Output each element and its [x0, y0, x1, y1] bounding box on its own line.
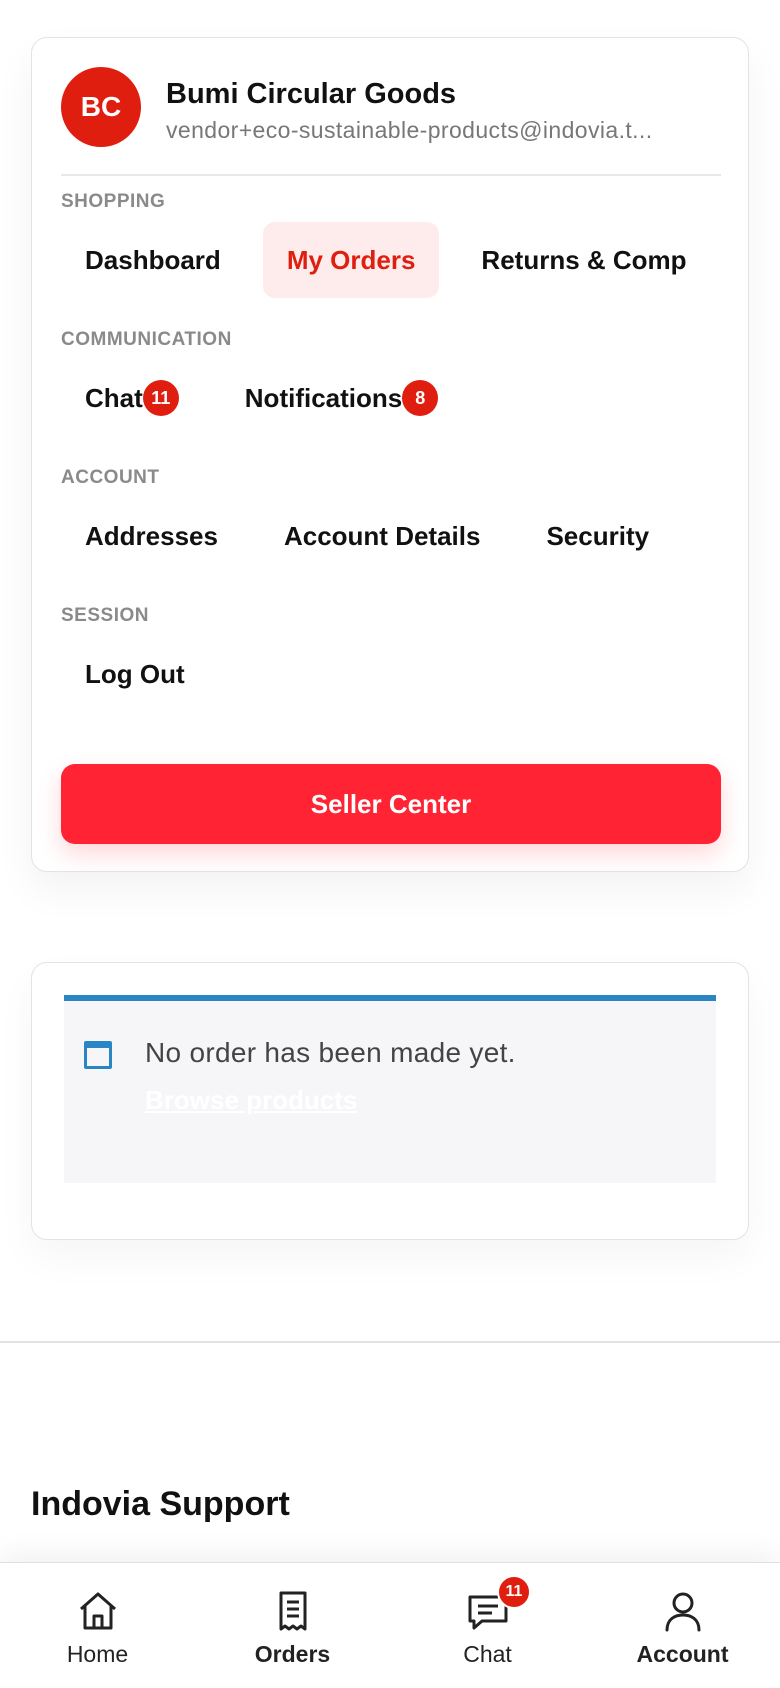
nav-row-account: Addresses Account Details Security [61, 497, 721, 575]
notifications-count-badge: 8 [402, 380, 439, 416]
tab-home-label: Home [66, 1641, 129, 1667]
tab-account[interactable]: Account [585, 1563, 780, 1688]
chat-tab-badge: 11 [497, 1575, 531, 1609]
store-email: vendor+eco-sustainable-products@indovia.… [166, 117, 653, 143]
nav-item-my-orders[interactable]: My Orders [262, 222, 440, 298]
account-menu-card: BC Bumi Circular Goods vendor+eco-sustai… [31, 37, 749, 872]
tab-chat-label: Chat [463, 1641, 512, 1667]
receipt-icon [279, 1591, 306, 1631]
tab-account-label: Account [636, 1641, 729, 1667]
nav-item-chat[interactable]: Chat 11 [61, 360, 203, 436]
tab-home[interactable]: Home [0, 1563, 195, 1688]
orders-card: No order has been made yet. Browse produ… [31, 962, 749, 1240]
nav-row-shopping: Dashboard My Orders Returns & Comp [61, 221, 721, 299]
store-name: Bumi Circular Goods [166, 78, 457, 110]
nav-item-account-details[interactable]: Account Details [260, 498, 505, 574]
nav-item-log-out[interactable]: Log Out [61, 636, 209, 712]
window-icon [84, 1041, 112, 1069]
support-title: Indovia Support [31, 1485, 290, 1523]
bottom-nav: Home Orders 11 Chat Account [0, 1562, 780, 1688]
nav-item-returns[interactable]: Returns & Comp [457, 222, 710, 298]
nav-item-notifications-label: Notifications [244, 382, 403, 413]
avatar: BC [61, 67, 141, 147]
orders-empty-notice: No order has been made yet. Browse produ… [64, 995, 716, 1183]
nav-item-addresses[interactable]: Addresses [61, 498, 242, 574]
profile-text: Bumi Circular Goods vendor+eco-sustainab… [166, 78, 714, 144]
nav-row-session: Log Out [61, 635, 721, 713]
orders-empty-message: No order has been made yet. [145, 1037, 516, 1068]
profile-divider [61, 174, 721, 176]
section-label-communication: COMMUNICATION [61, 329, 232, 350]
chat-count-badge: 11 [142, 380, 179, 416]
browse-products-link[interactable]: Browse products [145, 1085, 357, 1116]
user-icon [665, 1592, 700, 1632]
tab-orders[interactable]: Orders [195, 1563, 390, 1688]
nav-item-dashboard[interactable]: Dashboard [61, 222, 245, 298]
nav-item-chat-label: Chat [85, 382, 143, 413]
tab-chat[interactable]: 11 Chat [390, 1563, 585, 1688]
nav-row-communication: Chat 11 Notifications 8 [61, 359, 721, 437]
home-icon [79, 1592, 116, 1630]
nav-item-security[interactable]: Security [522, 498, 673, 574]
tab-orders-label: Orders [254, 1641, 331, 1667]
section-label-shopping: SHOPPING [61, 191, 166, 212]
seller-center-button[interactable]: Seller Center [61, 764, 721, 844]
section-label-account: ACCOUNT [61, 467, 160, 488]
nav-item-notifications[interactable]: Notifications 8 [221, 360, 462, 436]
profile-header: BC Bumi Circular Goods vendor+eco-sustai… [61, 67, 721, 177]
section-label-session: SESSION [61, 605, 149, 626]
page-divider [0, 1341, 780, 1343]
